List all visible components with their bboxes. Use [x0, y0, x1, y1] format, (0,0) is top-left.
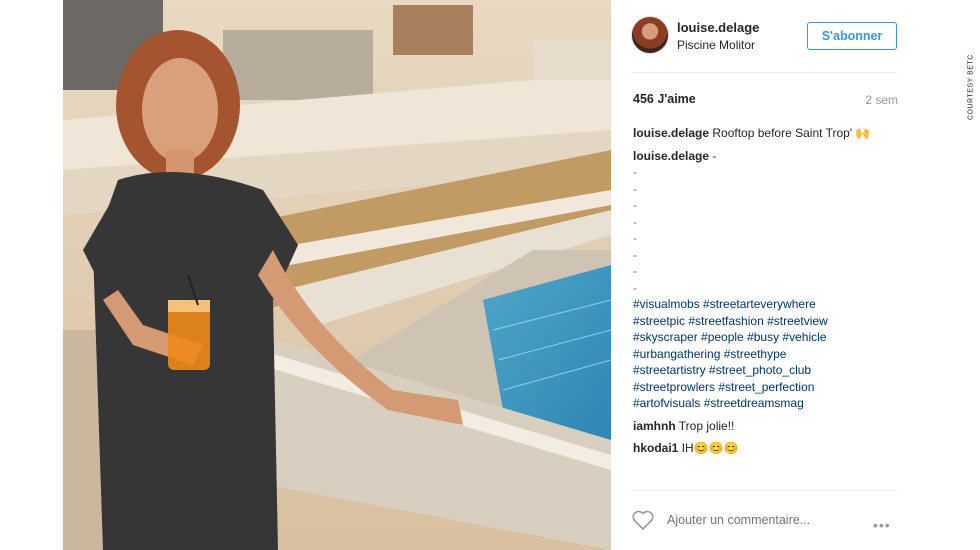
comment-username[interactable]: iamhnh [633, 419, 676, 433]
hashtag-line[interactable]: #streetpic #streetfashion #streetview [633, 313, 903, 330]
post-header: louise.delage Piscine Molitor S'abonner [631, 14, 901, 58]
hashtag-line[interactable]: #streetprowlers #street_perfection [633, 379, 903, 396]
post-sidebar: louise.delage Piscine Molitor S'abonner … [611, 0, 918, 550]
avatar[interactable] [631, 16, 669, 54]
post-photo[interactable] [63, 0, 611, 550]
comment-username[interactable]: louise.delage [633, 149, 709, 163]
comment-text: Rooftop before Saint Trop' 🙌 [712, 126, 871, 140]
divider [631, 72, 897, 73]
photo-credit: COURTESY BETC [967, 54, 975, 120]
hashtag-line[interactable]: #artofvisuals #streetdreamsmag [633, 395, 903, 412]
likes-count[interactable]: 456 J'aime [633, 92, 696, 106]
hashtag-line[interactable]: #urbangathering #streethype [633, 346, 903, 363]
photo-illustration [63, 0, 611, 550]
location-link[interactable]: Piscine Molitor [677, 38, 755, 52]
caption-dash: - [633, 181, 637, 196]
caption-dash: - [633, 214, 637, 229]
more-options-icon[interactable]: ••• [873, 517, 891, 533]
username[interactable]: louise.delage [677, 20, 759, 35]
reply: iamhnh Trop jolie!! [633, 418, 903, 435]
caption-dash: - [633, 264, 637, 278]
comment-text: - [712, 148, 717, 163]
caption: louise.delage Rooftop before Saint Trop'… [633, 125, 903, 142]
comment-text: IH😊😊😊 [681, 441, 739, 455]
caption-dash: - [633, 247, 637, 262]
divider [631, 490, 897, 491]
reply: hkodai1 IH😊😊😊 [633, 440, 903, 457]
caption-dash: - [633, 231, 637, 245]
comment-text: Trop jolie!! [678, 418, 735, 433]
heart-icon[interactable] [631, 509, 655, 531]
caption-continued: louise.delage - [633, 148, 903, 165]
add-comment-input[interactable] [665, 512, 839, 528]
hashtag-line[interactable]: #visualmobs #streetarteverywhere [633, 296, 903, 313]
hashtag-line[interactable]: #streetartistry #street_photo_club [633, 362, 903, 379]
caption-dash: - [633, 198, 637, 212]
post-time[interactable]: 2 sem [865, 93, 898, 107]
comment-username[interactable]: louise.delage [633, 126, 709, 140]
comments-list: louise.delage Rooftop before Saint Trop'… [633, 125, 903, 457]
caption-dash: - [633, 280, 637, 295]
hashtag-line[interactable]: #skyscraper #people #busy #vehicle [633, 329, 903, 346]
follow-button[interactable]: S'abonner [807, 22, 897, 50]
caption-dash: - [633, 165, 637, 179]
add-comment-bar: ••• [631, 505, 901, 535]
comment-username[interactable]: hkodai1 [633, 441, 678, 455]
